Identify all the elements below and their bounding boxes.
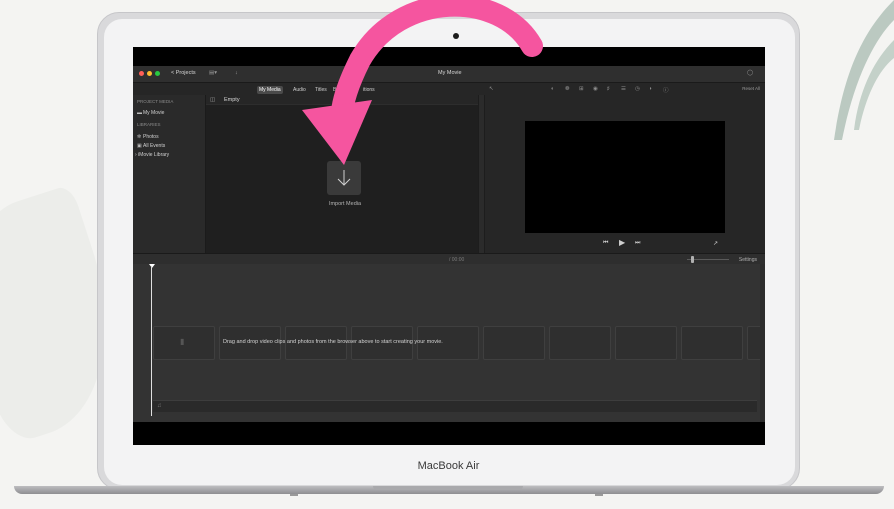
- laptop-notch: [373, 486, 523, 490]
- skip-forward-icon[interactable]: ⏭: [635, 240, 640, 247]
- clip-placeholder: [615, 326, 677, 360]
- color-correction-icon[interactable]: ❁: [565, 86, 570, 92]
- sidebar-item-label: iMovie Library: [138, 152, 170, 158]
- volume-icon[interactable]: ♯: [607, 86, 610, 92]
- filter-icon[interactable]: ◗: [649, 86, 652, 92]
- clip-placeholder: ▮: [153, 326, 215, 360]
- timeline[interactable]: ▮ Drag and drop video clips and photos f…: [133, 264, 765, 422]
- filter-popup[interactable]: Empty: [224, 97, 240, 103]
- title-bar: < Projects ▤▾ ↓ My Movie ◯: [133, 66, 765, 83]
- timeline-settings-button[interactable]: Settings: [739, 257, 757, 263]
- webcam: [453, 33, 459, 39]
- sidebar-item-label: Photos: [143, 134, 159, 140]
- zoom-button[interactable]: [155, 71, 160, 76]
- media-tabs: My Media Audio Titles Backg itions: [207, 83, 487, 95]
- libraries-sidebar: PROJECT MEDIA ▬My Movie LIBRARIES ✼ Photo…: [133, 95, 206, 253]
- tab-titles[interactable]: Titles: [313, 86, 329, 94]
- clip-placeholder: [483, 326, 545, 360]
- info-icon[interactable]: ⓘ: [663, 86, 669, 94]
- projects-back-button[interactable]: < Projects: [171, 70, 196, 76]
- screen: < Projects ▤▾ ↓ My Movie ◯ My Media Audi…: [133, 47, 765, 445]
- auto-enhance-icon[interactable]: ↖: [489, 86, 494, 92]
- fullscreen-icon[interactable]: ↗: [713, 240, 718, 247]
- reset-all-button[interactable]: Reset All: [742, 86, 760, 91]
- clip-placeholder: [681, 326, 743, 360]
- timeline-scrollbar[interactable]: [760, 264, 765, 422]
- share-icon[interactable]: ◯: [747, 70, 753, 76]
- import-icon[interactable]: ↓: [235, 70, 238, 76]
- clip-placeholder: [549, 326, 611, 360]
- tab-transitions[interactable]: itions: [361, 86, 377, 94]
- equalizer-icon[interactable]: ☰: [621, 86, 626, 92]
- timecode: / 00:00: [449, 257, 465, 263]
- brand-label: MacBook Air: [417, 460, 480, 472]
- video-preview: [525, 121, 725, 233]
- laptop-foot: [290, 494, 298, 496]
- libraries-header: LIBRARIES: [137, 122, 161, 127]
- adjustment-toolbar: ↖ ◐ ❁ ⊞ ◉ ♯ ☰ ◷ ◗ ⓘ Reset All: [485, 83, 765, 95]
- import-media-button[interactable]: [327, 161, 361, 195]
- audio-track[interactable]: ♫: [153, 400, 757, 412]
- crop-icon[interactable]: ⊞: [579, 86, 584, 92]
- stabilization-icon[interactable]: ◉: [593, 86, 598, 92]
- playhead[interactable]: [151, 266, 152, 416]
- library-toggle-icon[interactable]: ▤▾: [209, 70, 217, 76]
- sidebar-toggle-icon[interactable]: ◫: [210, 97, 215, 103]
- project-media-header: PROJECT MEDIA: [137, 99, 174, 104]
- sidebar-item-imovie-library[interactable]: › iMovie Library: [135, 152, 169, 158]
- timeline-header: / 00:00 Settings: [133, 253, 765, 264]
- color-balance-icon[interactable]: ◐: [551, 86, 554, 92]
- playhead-marker[interactable]: [149, 264, 155, 268]
- music-note-icon: ♫: [157, 403, 162, 409]
- speed-icon[interactable]: ◷: [635, 86, 640, 92]
- media-browser: ◫ Empty Import Media: [206, 95, 478, 253]
- background-leaf: [834, 0, 894, 140]
- window-title: My Movie: [438, 70, 462, 76]
- zoom-slider-knob[interactable]: [691, 256, 694, 263]
- imovie-window: < Projects ▤▾ ↓ My Movie ◯ My Media Audi…: [133, 66, 765, 422]
- close-button[interactable]: [139, 71, 144, 76]
- sidebar-item-label: My Movie: [143, 110, 165, 116]
- drop-hint: Drag and drop video clips and photos fro…: [223, 339, 443, 345]
- skip-back-icon[interactable]: ⏮: [603, 240, 608, 247]
- tab-my-media[interactable]: My Media: [257, 86, 283, 94]
- tab-backgrounds[interactable]: Backg: [331, 86, 349, 94]
- sidebar-item-photos[interactable]: ✼ Photos: [137, 134, 159, 140]
- viewer-pane: ↖ ◐ ❁ ⊞ ◉ ♯ ☰ ◷ ◗ ⓘ Reset All ⏮ ▶ ⏭ ↗: [485, 83, 765, 253]
- down-arrow-icon: [337, 170, 351, 186]
- pane-divider[interactable]: [478, 95, 485, 253]
- sidebar-item-my-movie[interactable]: ▬My Movie: [137, 110, 164, 116]
- sidebar-item-all-events[interactable]: ▣All Events: [137, 143, 165, 149]
- import-media-label: Import Media: [328, 201, 362, 207]
- sidebar-item-label: All Events: [143, 143, 166, 149]
- play-icon[interactable]: ▶: [619, 238, 625, 247]
- tab-audio[interactable]: Audio: [291, 86, 308, 94]
- browser-header: ◫ Empty: [206, 95, 478, 105]
- laptop-foot: [595, 494, 603, 496]
- minimize-button[interactable]: [147, 71, 152, 76]
- film-strip-icon: ▮: [180, 337, 185, 346]
- playback-controls: ⏮ ▶ ⏭ ↗: [485, 238, 765, 250]
